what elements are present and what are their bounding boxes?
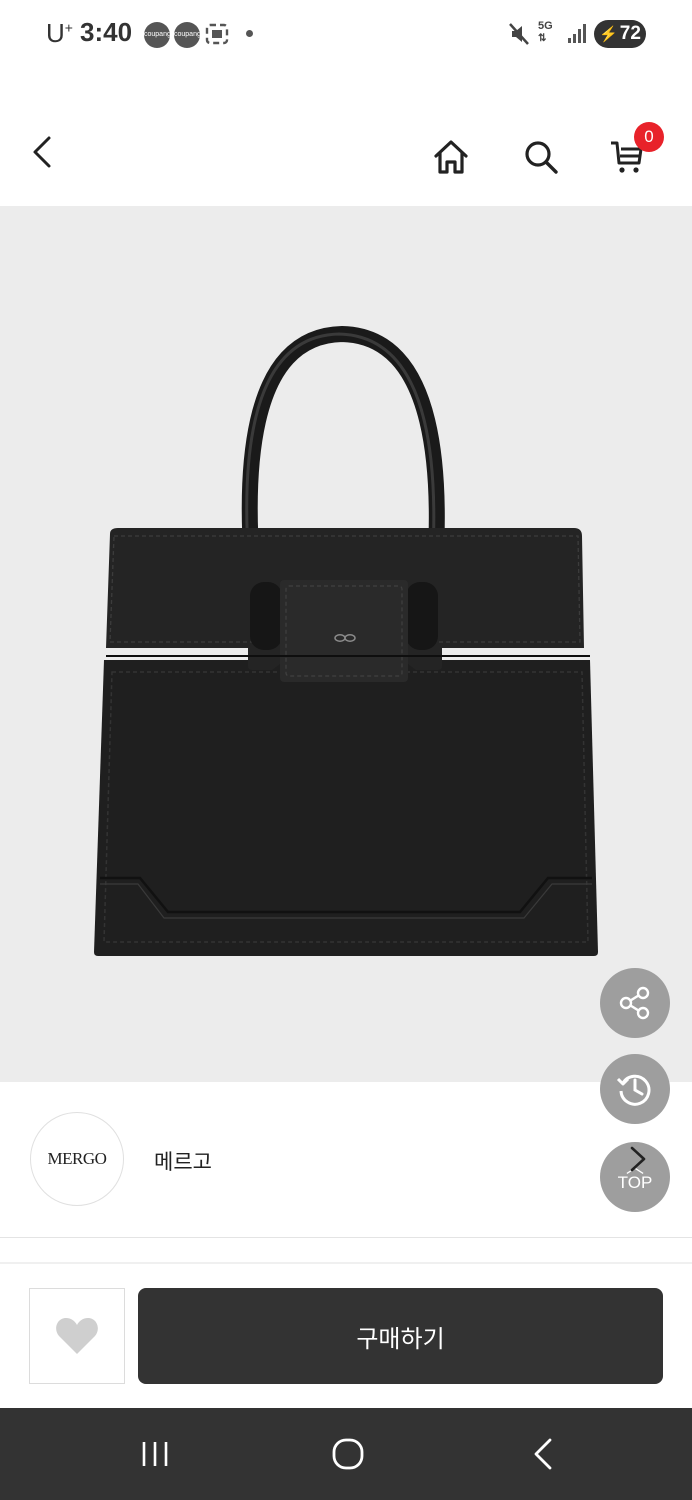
buy-button[interactable]: 구매하기 [138, 1288, 663, 1384]
search-icon [525, 141, 558, 174]
heart-icon [56, 1318, 98, 1354]
battery-indicator: ⚡ 72 [594, 20, 646, 48]
wishlist-button[interactable] [29, 1288, 125, 1384]
back-button[interactable] [20, 130, 64, 174]
purchase-action-bar: 구매하기 [0, 1264, 692, 1408]
product-image[interactable] [0, 206, 692, 1082]
home-icon [434, 140, 468, 174]
recent-apps-icon [142, 1442, 168, 1466]
mute-icon [508, 22, 530, 50]
carrier-label: U+ [46, 18, 73, 48]
chevron-left-icon [33, 136, 51, 168]
home-button[interactable] [428, 134, 474, 180]
screenshot-icon [205, 23, 229, 49]
system-back-button[interactable] [518, 1432, 568, 1476]
coupang-eats-notification-icon: coupang eats [144, 22, 171, 64]
clock: 3:40 [80, 17, 133, 47]
coupang-eats-notification-icon: coupang eats [174, 22, 201, 64]
system-navigation-bar [0, 1408, 692, 1500]
cart-count-badge: 0 [634, 122, 664, 152]
back-arrow-icon [534, 1438, 552, 1470]
brand-row[interactable]: MERGO 메르고 [0, 1082, 692, 1238]
app-header [0, 110, 692, 206]
brand-logo: MERGO [30, 1112, 124, 1206]
status-bar: U+ 3:40 coupang eats coupang eats 5G ⇅ ⚡ 7… [0, 0, 692, 70]
share-icon [619, 986, 650, 1020]
chevron-right-icon[interactable] [624, 1144, 650, 1174]
system-home-button[interactable] [323, 1432, 373, 1476]
more-notifications-dot [246, 30, 253, 37]
search-button[interactable] [518, 134, 564, 180]
brand-name: 메르고 [154, 1150, 212, 1174]
network-type: 5G ⇅ [538, 20, 553, 44]
signal-icon [567, 22, 587, 48]
home-circle-icon [332, 1438, 364, 1470]
tote-bag-illustration [94, 325, 598, 956]
recent-apps-button[interactable] [130, 1432, 180, 1476]
share-button[interactable] [600, 968, 670, 1038]
